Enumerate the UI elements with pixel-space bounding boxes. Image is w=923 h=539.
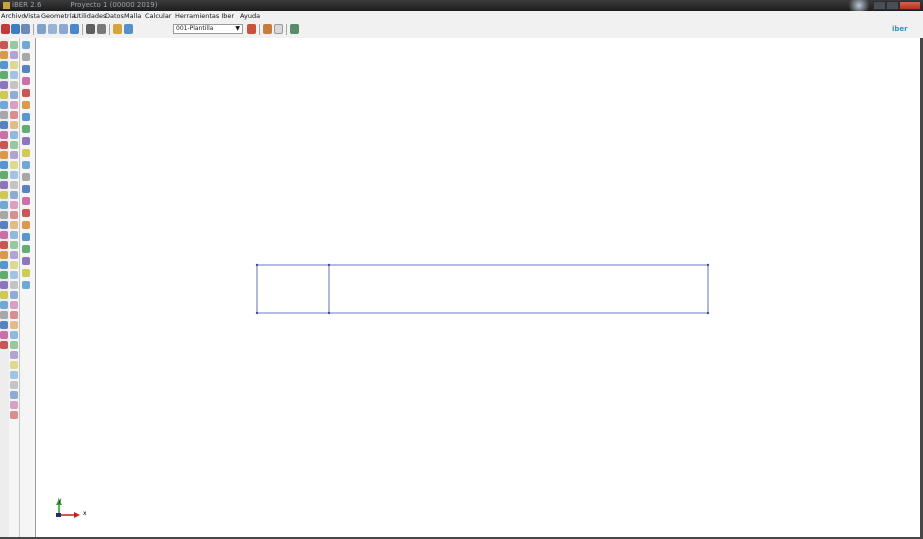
geometry-point[interactable] (706, 263, 710, 267)
application-window: iBER 2.6 Proyecto 1 (00000 2019) Archivo… (0, 0, 923, 539)
geometry-point[interactable] (255, 311, 259, 315)
geometry-point[interactable] (255, 263, 259, 267)
axis-y-label: y (58, 497, 62, 504)
geometry-point[interactable] (327, 263, 331, 267)
geometry-point[interactable] (706, 311, 710, 315)
axis-origin (56, 513, 61, 517)
axis-x-label: x (83, 510, 87, 517)
geometry-layer (56, 263, 710, 518)
geometry-point[interactable] (327, 311, 331, 315)
axis-x-arrow-icon (74, 512, 80, 518)
